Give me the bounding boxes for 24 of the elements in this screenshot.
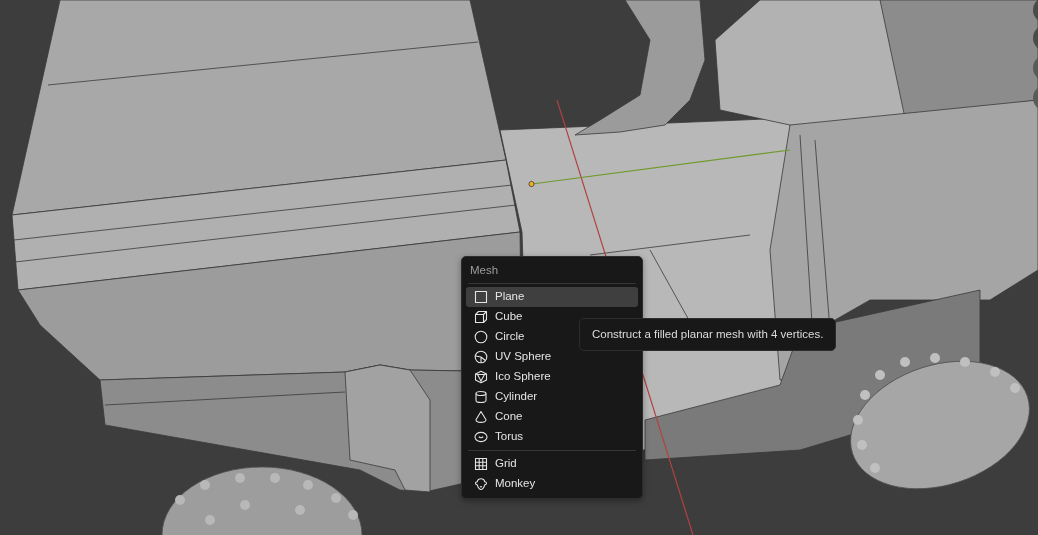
menu-item[interactable]: Grid [466, 454, 638, 474]
cone-icon [474, 410, 488, 424]
menu-item[interactable]: Cylinder [466, 387, 638, 407]
viewport-nav-button[interactable] [1033, 0, 1038, 23]
uv-sphere-icon [474, 350, 488, 364]
menu-item[interactable]: Torus [466, 427, 638, 447]
circle-icon [474, 330, 488, 344]
torus-icon [474, 430, 488, 444]
tooltip: Construct a filled planar mesh with 4 vertices. [579, 318, 837, 351]
viewport-nav-button[interactable] [1033, 55, 1038, 81]
menu-title: Mesh [469, 263, 500, 278]
grid-icon [474, 457, 488, 471]
plane-icon [474, 290, 488, 304]
viewport-nav-button[interactable] [1033, 85, 1038, 111]
monkey-head-icon [474, 477, 488, 491]
cylinder-icon [474, 390, 488, 404]
menu-item[interactable]: Ico Sphere [466, 367, 638, 387]
ico-sphere-icon [474, 370, 488, 384]
menu-item[interactable]: Cone [466, 407, 638, 427]
cube-icon [474, 310, 488, 324]
viewport-nav-button[interactable] [1033, 25, 1038, 51]
menu-item[interactable]: Monkey [466, 474, 638, 494]
menu-item[interactable]: Plane [466, 287, 638, 307]
origin-point-icon [528, 181, 535, 187]
